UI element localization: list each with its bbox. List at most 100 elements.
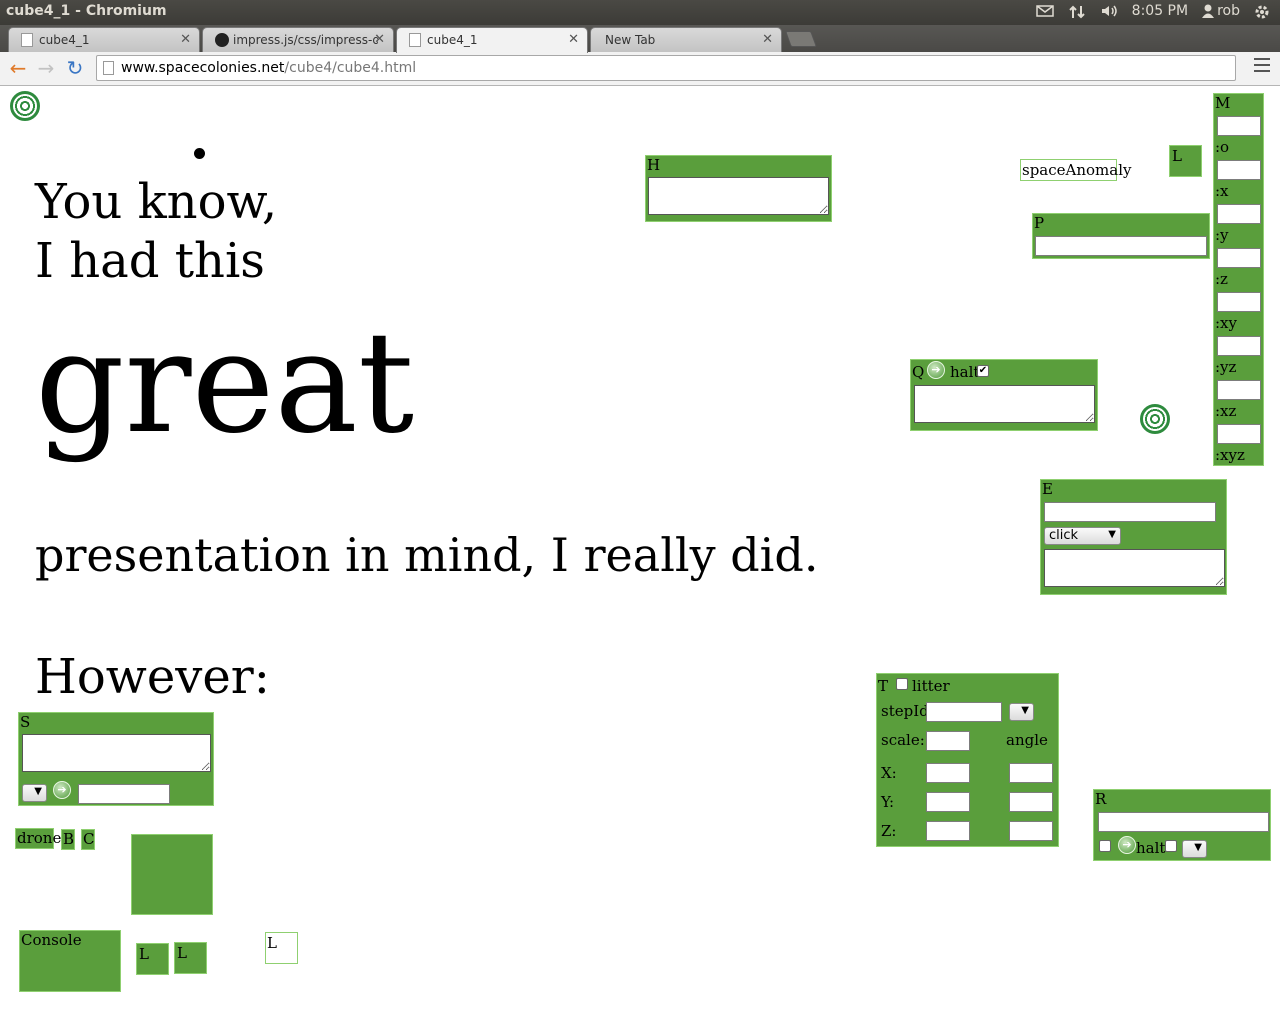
space-anomaly-box[interactable]: spaceAnomaly [1020, 159, 1131, 181]
c-button[interactable]: C [81, 829, 95, 850]
panel-r-input[interactable] [1098, 812, 1269, 832]
green-square[interactable] [131, 834, 213, 915]
panel-s[interactable]: S ▼ ➔ [18, 712, 214, 806]
stepid-input[interactable] [926, 702, 1002, 722]
tab-cube4-1-active[interactable]: cube4_1 ✕ [396, 27, 588, 53]
stepid-label: stepId [881, 702, 929, 720]
m-label-x: :x [1215, 182, 1229, 200]
spiral-icon[interactable] [10, 91, 40, 121]
browser-toolbar: ← → ↻ www.spacecolonies.net/cube4/cube4.… [0, 52, 1280, 86]
power-gear-icon[interactable] [1254, 4, 1272, 19]
panel-l-top[interactable]: L [1169, 145, 1202, 177]
forward-arrow-icon[interactable]: → [34, 57, 58, 81]
panel-h-label: H [647, 156, 661, 174]
panel-e[interactable]: E click ▼ [1040, 479, 1227, 595]
network-icon[interactable] [1068, 4, 1086, 19]
panel-h-textarea[interactable] [648, 177, 829, 215]
tab-cube4-1-first[interactable]: cube4_1 ✕ [8, 27, 200, 52]
z-angle-input[interactable] [1009, 821, 1053, 841]
r-checkbox[interactable] [1099, 840, 1111, 852]
s-select[interactable]: ▼ [22, 784, 47, 802]
slide-line-4: However: [35, 649, 270, 705]
github-icon [215, 33, 229, 47]
panel-m[interactable]: M :o :x :y :z :xy :yz :xz :xyz [1213, 93, 1264, 466]
clock[interactable]: 8:05 PM [1132, 3, 1188, 19]
m-label-xz: :xz [1215, 402, 1237, 420]
q-halt-checkbox[interactable]: ✔ [977, 365, 989, 377]
volume-icon[interactable] [1100, 4, 1118, 18]
chevron-down-icon: ▼ [1108, 529, 1116, 540]
panel-q-label: Q [912, 363, 925, 381]
user-menu[interactable]: rob [1202, 3, 1240, 19]
panel-r[interactable]: R ➔ halt ▼ [1093, 789, 1271, 861]
panel-l-3[interactable]: L [265, 932, 298, 964]
x-input[interactable] [926, 763, 970, 783]
panel-m-label: M [1215, 94, 1231, 112]
bullet-dot [194, 148, 205, 159]
panel-e-textarea[interactable] [1044, 549, 1225, 587]
panel-l-2[interactable]: L [174, 942, 207, 974]
panel-h[interactable]: H [645, 155, 832, 222]
chevron-down-icon: ▼ [34, 786, 42, 797]
m-input-x[interactable] [1217, 204, 1261, 224]
event-select[interactable]: click ▼ [1044, 527, 1121, 545]
go-arrow-icon[interactable]: ➔ [927, 361, 945, 379]
panel-t[interactable]: T litter stepId ▼ scale: angle X: Y: Z: [876, 673, 1059, 847]
z-input[interactable] [926, 821, 970, 841]
go-arrow-icon[interactable]: ➔ [1118, 836, 1136, 854]
x-angle-input[interactable] [1009, 763, 1053, 783]
scale-input[interactable] [926, 731, 970, 751]
close-icon[interactable]: ✕ [762, 32, 773, 47]
close-icon[interactable]: ✕ [180, 32, 191, 47]
tab-impress-js[interactable]: impress.js/css/impress-de ✕ [202, 27, 394, 52]
close-icon[interactable]: ✕ [374, 32, 385, 47]
r-select[interactable]: ▼ [1182, 840, 1207, 858]
url-path: /cube4/cube4.html [284, 60, 417, 76]
m-input-xy[interactable] [1217, 336, 1261, 356]
panel-s-label: S [20, 713, 31, 731]
angle-label: angle [1006, 731, 1048, 749]
panel-l-label: L [177, 944, 187, 962]
m-input-y[interactable] [1217, 248, 1261, 268]
m-input-xz[interactable] [1217, 424, 1261, 444]
c-label: C [83, 830, 95, 848]
panel-p[interactable]: P [1032, 213, 1210, 259]
y-angle-input[interactable] [1009, 792, 1053, 812]
reload-icon[interactable]: ↻ [63, 57, 87, 81]
m-input-o[interactable] [1217, 160, 1261, 180]
panel-r-label: R [1095, 790, 1107, 808]
panel-t-label: T [878, 677, 889, 695]
spiral-icon[interactable] [1140, 404, 1170, 434]
drone-button[interactable]: drone [15, 828, 61, 849]
panel-e-input[interactable] [1044, 502, 1216, 522]
m-label-yz: :yz [1215, 358, 1237, 376]
go-arrow-icon[interactable]: ➔ [53, 781, 71, 799]
user-name: rob [1217, 3, 1240, 19]
panel-q-textarea[interactable] [914, 385, 1095, 423]
mail-icon[interactable] [1035, 4, 1054, 18]
litter-checkbox[interactable] [896, 678, 908, 690]
tab-label: cube4_1 [427, 33, 478, 47]
close-icon[interactable]: ✕ [568, 32, 579, 47]
panel-p-input[interactable] [1035, 236, 1207, 256]
panel-q[interactable]: Q ➔ halt ✔ [910, 359, 1098, 431]
b-button[interactable]: B [61, 829, 75, 850]
panel-s-textarea[interactable] [22, 734, 211, 772]
tab-new-tab[interactable]: New Tab ✕ [590, 27, 782, 52]
m-input-z[interactable] [1217, 292, 1261, 312]
panel-l-label: L [267, 934, 277, 952]
m-input-yz[interactable] [1217, 380, 1261, 400]
stepid-select[interactable]: ▼ [1009, 703, 1034, 721]
new-tab-button[interactable] [785, 31, 817, 47]
back-arrow-icon[interactable]: ← [6, 57, 30, 81]
r-halt-checkbox[interactable] [1165, 840, 1177, 852]
hamburger-menu-icon[interactable] [1254, 58, 1270, 74]
page-icon [409, 33, 421, 47]
console-panel[interactable]: Console [19, 930, 121, 992]
address-bar[interactable]: www.spacecolonies.net/cube4/cube4.html [96, 55, 1236, 81]
panel-l-1[interactable]: L [136, 943, 169, 975]
m-input-0[interactable] [1217, 116, 1261, 136]
y-input[interactable] [926, 792, 970, 812]
litter-label: litter [912, 677, 950, 695]
panel-s-input[interactable] [78, 784, 170, 804]
